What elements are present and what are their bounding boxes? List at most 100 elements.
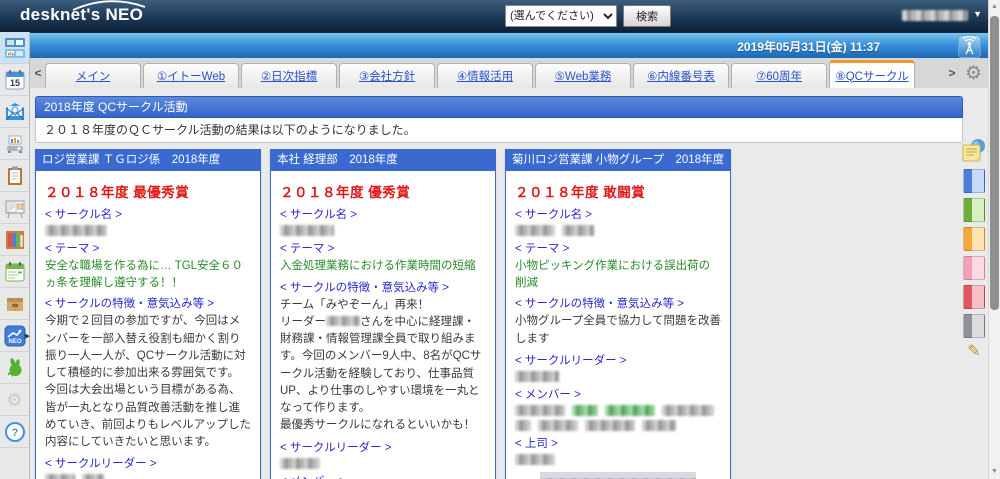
portal-settings-gear-icon[interactable]: ⚙: [965, 61, 982, 87]
panel-label: < サークルの特徴・意気込み等 >: [515, 295, 721, 311]
edit-pencil-icon[interactable]: ✎: [967, 343, 980, 361]
sidebar-item-rabbit[interactable]: [0, 352, 29, 384]
redacted-name: [45, 225, 107, 236]
redacted-name: [605, 405, 655, 416]
tab-web-works[interactable]: ⑤Web業務: [535, 63, 631, 88]
sidebar-item-facility[interactable]: [0, 128, 29, 160]
bulletin-board-icon: [4, 197, 26, 219]
user-menu-caret-icon[interactable]: ▼: [973, 9, 982, 19]
panel-label: < サークルリーダー >: [515, 352, 721, 368]
storage-box-icon: [4, 293, 26, 315]
sidebar-item-todo[interactable]: [0, 256, 29, 288]
content-header: 2018年度 QCサークル活動: [35, 96, 963, 118]
label-blue-icon[interactable]: [963, 169, 985, 193]
panel-label: < 上司 >: [515, 435, 721, 451]
search-button[interactable]: 検索: [623, 5, 671, 27]
calendar-icon: 15: [4, 69, 26, 91]
redacted-name: [585, 420, 635, 431]
help-icon: ?: [4, 421, 26, 443]
vertical-scrollbar[interactable]: ▲ ▼: [988, 0, 1000, 479]
scroll-down-icon[interactable]: ▼: [989, 465, 1000, 479]
scrollbar-thumb[interactable]: [990, 16, 999, 310]
panel-label: < サークル名 >: [280, 206, 486, 222]
panel-theme: 安全な職場を作る為に… TGL安全６０ヵ条を理解し遵守する！！: [45, 258, 251, 291]
redacted-names-row: [280, 458, 486, 469]
top-bar: desknet's NEO (選んでください) 検索 ▼: [0, 0, 988, 32]
tab-daily-index[interactable]: ②日次指標: [241, 63, 337, 88]
task-list-icon: [4, 261, 26, 283]
neotwi-broadcast-icon[interactable]: [958, 35, 981, 58]
redacted-names-row: [45, 225, 251, 236]
label-green-icon[interactable]: [963, 198, 985, 222]
panel-body: ２０１８年度 敢闘賞< サークル名 >< テーマ >小物ピッキング作業における誤…: [506, 171, 730, 479]
label-red-icon[interactable]: [963, 285, 985, 309]
tab-label: ①イトーWeb: [157, 68, 225, 84]
label-gray-icon[interactable]: [963, 314, 985, 338]
tab-label: ⑤Web業務: [555, 68, 612, 84]
user-name-redacted[interactable]: [902, 10, 968, 21]
sidebar-item-settings[interactable]: ⚙: [0, 384, 29, 416]
redacted-name: [572, 405, 598, 416]
redacted-names-row: [515, 405, 721, 431]
label-orange-icon[interactable]: [963, 227, 985, 251]
tab-strip: メイン ①イトーWeb ②日次指標 ③会社方針④情報活用 ⑤Web業務 ⑥内線番号表⑦60…: [45, 60, 950, 88]
tab-ito-web[interactable]: ①イトーWeb: [143, 63, 239, 88]
panel-label: < テーマ >: [45, 240, 251, 256]
redacted-name: [515, 420, 531, 431]
tabs-scroll-right-icon[interactable]: >: [946, 66, 958, 80]
sidebar-item-cabinet[interactable]: [0, 288, 29, 320]
binder-shelf-icon: [4, 229, 26, 251]
redacted-name: [538, 420, 578, 431]
search-category-select[interactable]: (選んでください): [505, 5, 617, 27]
tab-qc-circle[interactable]: ⑧QCサークル: [829, 60, 915, 88]
redacted-name: [280, 225, 334, 236]
memo-note-icon[interactable]: [962, 138, 986, 164]
redacted-names-row: [515, 454, 721, 465]
sidebar-item-neo-apps[interactable]: NEO ▶: [0, 320, 29, 352]
redacted-names-row: [280, 225, 486, 236]
panel-label: < サークル名 >: [515, 206, 721, 222]
sidebar-item-bulletin[interactable]: [0, 192, 29, 224]
sidebar-item-circular[interactable]: [0, 160, 29, 192]
mail-icon: [4, 101, 26, 123]
current-datetime: 2019年05月31日(金) 11:37: [737, 38, 880, 55]
panel-label: < メンバー >: [515, 386, 721, 402]
app-logo: desknet's NEO: [20, 5, 143, 25]
sidebar-item-portal[interactable]: [0, 32, 29, 64]
redacted-name: [642, 420, 676, 431]
portal-sub-bar: 2019年05月31日(金) 11:37: [30, 32, 988, 58]
tab-company-policy[interactable]: ③会社方針: [339, 63, 435, 88]
panel-text: チーム「みやぞーん」再来！ リーダーさんを中心に経理課・財務課・情報管理課全員で…: [280, 297, 486, 435]
portal-icon: [4, 37, 26, 59]
sidebar-item-help[interactable]: ?: [0, 416, 29, 448]
tabs-scroll-left-icon[interactable]: <: [32, 66, 44, 80]
redacted-names-row: [515, 371, 721, 382]
panel-award: ２０１８年度 優秀賞: [280, 181, 486, 201]
circle-panel-kikukawa-komono: 菊川ロジ営業課 小物グループ 2018年度２０１８年度 敢闘賞< サークル名 >…: [505, 149, 731, 479]
panel-label: < メンバー >: [280, 473, 486, 479]
panel-label: < サークルリーダー >: [45, 455, 251, 471]
tab-extension-list[interactable]: ⑥内線番号表: [633, 63, 729, 88]
neo-chart-icon: NEO: [4, 325, 26, 347]
redacted-name: [82, 474, 104, 479]
tab-60th-anniv[interactable]: ⑦60周年: [731, 63, 827, 88]
circle-panel-honsha-keiri: 本社 経理部 2018年度２０１８年度 優秀賞< サークル名 >< テーマ >入…: [270, 149, 496, 479]
scroll-up-icon[interactable]: ▲: [989, 0, 1000, 14]
label-pink-icon[interactable]: [963, 256, 985, 280]
projector-icon: [4, 133, 26, 155]
tab-label: ②日次指標: [261, 68, 317, 84]
panels-row: ロジ営業課 ＴＧロジ係 2018年度２０１８年度 最優秀賞< サークル名 >< …: [35, 149, 731, 479]
portal-content-area: 2018年度 QCサークル活動 ２０１８年度のＱＣサークル活動の結果は以下のよう…: [30, 88, 988, 479]
redacted-name: [326, 316, 360, 326]
panel-theme: 小物ピッキング作業における誤出荷の削減: [515, 258, 721, 291]
sidebar-item-document[interactable]: [0, 224, 29, 256]
panel-label: < テーマ >: [280, 240, 486, 256]
tab-info-use[interactable]: ④情報活用: [437, 63, 533, 88]
sidebar-item-webmail[interactable]: [0, 96, 29, 128]
panel-body: ２０１８年度 最優秀賞< サークル名 >< テーマ >安全な職場を作る為に… T…: [36, 171, 260, 479]
tab-main[interactable]: メイン: [45, 63, 141, 88]
redacted-name: [280, 458, 320, 469]
sidebar-item-schedule[interactable]: 15: [0, 64, 29, 96]
panel-title: 本社 経理部 2018年度: [271, 150, 495, 171]
redacted-name: [515, 454, 555, 465]
